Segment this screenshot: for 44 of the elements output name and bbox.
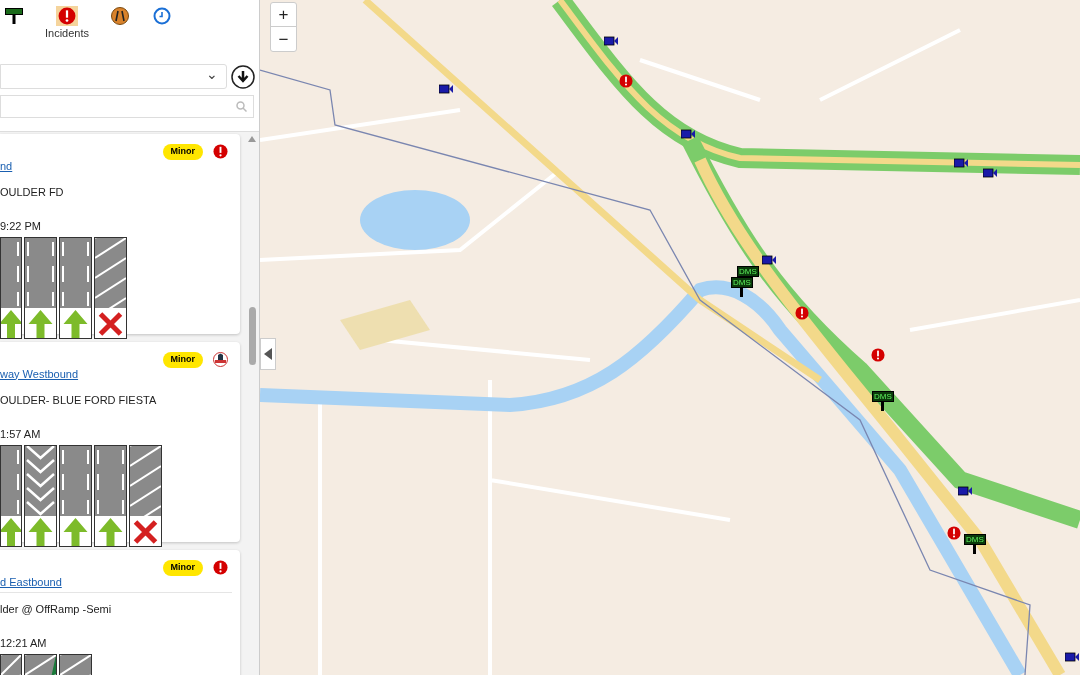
- sign-icon: [5, 8, 23, 24]
- severity-badge: Minor: [162, 352, 203, 368]
- incident-description: lder @ OffRamp -Semi: [0, 601, 113, 617]
- alert-marker-icon: [947, 526, 961, 540]
- road-link[interactable]: d Eastbound: [0, 575, 62, 589]
- scroll-thumb[interactable]: [248, 307, 256, 365]
- alert-icon: [213, 144, 228, 160]
- collapse-panel-button[interactable]: [260, 338, 276, 370]
- camera-icon[interactable]: [983, 168, 997, 178]
- clock-icon: [153, 7, 172, 25]
- incident-time: 12:21 AM: [0, 636, 48, 651]
- toolbar-button[interactable]: [109, 6, 132, 26]
- toolbar-button[interactable]: Incidents: [45, 6, 90, 40]
- search-field[interactable]: [0, 95, 254, 118]
- alert-icon: [58, 7, 76, 25]
- camera-icon[interactable]: [762, 255, 776, 265]
- alert-icon: [213, 560, 228, 576]
- vehicle-icon: [213, 352, 228, 368]
- camera-icon[interactable]: [604, 36, 618, 46]
- incident-time: 9:22 PM: [0, 219, 42, 234]
- toolbar-button[interactable]: [3, 6, 25, 26]
- incident-description: OULDER FD: [0, 184, 65, 200]
- zoom-out-button[interactable]: −: [271, 27, 296, 51]
- filter-dropdown[interactable]: ⌄: [0, 64, 227, 89]
- road-icon: [111, 7, 130, 25]
- alert-marker-icon: [871, 348, 885, 362]
- road-link[interactable]: way Westbound: [0, 367, 79, 381]
- camera-icon[interactable]: [958, 486, 972, 496]
- alert-marker-icon: [619, 74, 633, 88]
- zoom-in-button[interactable]: +: [271, 3, 296, 27]
- collapse-icon: [264, 348, 272, 360]
- camera-icon[interactable]: [439, 84, 453, 94]
- severity-badge: Minor: [162, 144, 203, 160]
- download-button[interactable]: [231, 64, 255, 89]
- alert-marker-icon: [795, 306, 809, 320]
- severity-badge: Minor: [162, 560, 203, 576]
- incident-description: OULDER- BLUE FORD FIESTA: [0, 392, 158, 408]
- incident-time: 1:57 AM: [0, 427, 42, 442]
- camera-icon[interactable]: [1065, 652, 1079, 662]
- camera-icon[interactable]: [954, 158, 968, 168]
- camera-icon[interactable]: [681, 129, 695, 139]
- road-link[interactable]: nd: [0, 159, 13, 173]
- search-icon: [236, 101, 247, 112]
- incident-card[interactable]: Minor d Eastbound lder @ OffRamp -Semi 12:21 AM: [0, 550, 240, 675]
